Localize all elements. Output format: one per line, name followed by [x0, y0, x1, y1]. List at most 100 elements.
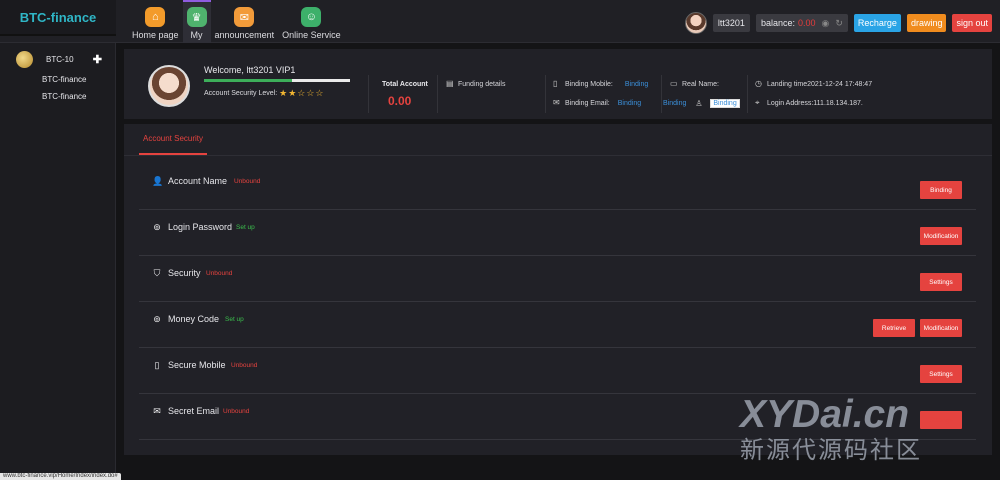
welcome-text: Welcome, ltt3201 VIP1	[204, 65, 296, 75]
username-badge[interactable]: ltt3201	[712, 14, 750, 32]
profile-card: Welcome, ltt3201 VIP1 Account Security L…	[124, 49, 992, 119]
security-level: Account Security Level: ★★☆☆☆	[204, 88, 325, 99]
landing-time: Landing time2021-12-24 17:48:47	[767, 80, 873, 88]
user-icon: 👤	[152, 176, 164, 186]
settings-button[interactable]: Settings	[920, 273, 962, 291]
avatar[interactable]	[684, 12, 707, 34]
top-bar: BTC-finance ⌂ Home page ♛ My ✉ announcem…	[0, 0, 1000, 43]
watermark-bottom: 新源代源码社区	[740, 437, 922, 464]
divider	[545, 75, 546, 113]
mail-icon: ✉	[234, 7, 255, 27]
divider	[368, 75, 369, 113]
security-row-security: ⛉ Security Unbound Settings	[139, 256, 976, 302]
binding-link-3[interactable]: Binding	[663, 100, 686, 107]
binding-email-label: Binding Email:	[565, 99, 610, 107]
total-account-label: Total Account	[382, 81, 428, 88]
binding-button[interactable]: Binding	[920, 181, 962, 199]
settings-button[interactable]: Settings	[920, 365, 962, 383]
watermark-top: XYDai.cn	[740, 393, 910, 436]
eye-icon[interactable]: ◉	[822, 18, 830, 29]
balance-label: balance:	[760, 18, 795, 28]
binding-row-3: Binding ♙ Binding	[663, 99, 740, 108]
row-label: Account Name	[168, 176, 228, 186]
row-label: Security	[168, 268, 201, 278]
status-bar-url: www.btc-finance.vip/Home/Index/index.do#	[0, 473, 121, 480]
mail-icon: ✉	[553, 98, 560, 107]
total-account-value: 0.00	[388, 94, 412, 108]
nav-online-service[interactable]: ☺ Online Service	[278, 0, 345, 43]
security-row-login-password: ⊚ Login Password Set up Modification	[139, 210, 976, 256]
sidebar-header[interactable]: BTC-10 ✚	[16, 50, 108, 68]
nav-home-label: Home page	[132, 30, 179, 40]
row-status: Unbound	[206, 270, 233, 277]
divider	[437, 75, 438, 113]
row-status: Unbound	[223, 408, 250, 415]
coin-icon	[16, 50, 33, 68]
nav-online-service-label: Online Service	[282, 30, 341, 40]
security-progress-fill	[204, 79, 292, 82]
sidebar: BTC-10 ✚ BTC-finance BTC-finance	[0, 43, 116, 480]
binding-email-link[interactable]: Binding	[618, 100, 641, 107]
nav-announcement-label: announcement	[214, 30, 275, 40]
row-label: Money Code	[168, 314, 220, 324]
funding-details-link[interactable]: ▤ Funding details	[446, 80, 505, 88]
sign-out-button[interactable]: sign out	[952, 14, 992, 32]
landing-time-row: ◷ Landing time2021-12-24 17:48:47	[755, 80, 872, 88]
lock-icon: ⊚	[153, 314, 161, 324]
lock-icon: ⊚	[153, 222, 161, 232]
balance-display: balance: 0.00 ◉ ↻	[755, 14, 848, 32]
row-label: Secure Mobile	[168, 360, 226, 370]
sidebar-item-btc-finance-2[interactable]: BTC-finance	[42, 92, 86, 101]
modification-button[interactable]: Modification	[920, 227, 962, 245]
row-status: Set up	[225, 316, 244, 323]
security-row-account-name: 👤 Account Name Unbound Binding	[139, 164, 976, 210]
home-icon: ⌂	[145, 7, 166, 27]
watermark: XYDai.cn 新源代源码社区	[740, 394, 955, 466]
login-address: Login Address:111.18.134.187.	[767, 99, 863, 107]
tab-account-security[interactable]: Account Security	[139, 124, 207, 155]
refresh-icon[interactable]: ↻	[835, 18, 843, 29]
row-status: Set up	[236, 224, 255, 231]
nav-announcement[interactable]: ✉ announcement	[211, 0, 279, 43]
brand-logo[interactable]: BTC-finance	[0, 0, 116, 36]
security-level-label: Account Security Level:	[204, 90, 278, 97]
mail-icon: ✉	[153, 406, 161, 416]
clock-icon: ◷	[755, 79, 762, 88]
sidebar-title: BTC-10	[46, 54, 74, 64]
binding-mobile-label: Binding Mobile:	[565, 80, 613, 88]
binding-mobile-row: ▯ Binding Mobile: Binding	[553, 80, 648, 88]
real-name-row: ▭ Real Name:	[670, 80, 719, 88]
qq-icon: ♙	[695, 98, 703, 108]
tab-underline	[124, 155, 992, 156]
id-card-icon: ▭	[670, 79, 678, 88]
profile-avatar	[148, 65, 190, 107]
login-address-row: ⌖ Login Address:111.18.134.187.	[755, 99, 863, 107]
drawing-button[interactable]: drawing	[906, 14, 947, 32]
security-row-secure-mobile: ▯ Secure Mobile Unbound Settings	[139, 348, 976, 394]
nav-my-label: My	[190, 30, 203, 40]
row-status: Unbound	[234, 178, 261, 185]
binding-link-4[interactable]: Binding	[710, 99, 740, 108]
shield-icon: ⛉	[153, 268, 161, 278]
recharge-button[interactable]: Recharge	[853, 14, 901, 32]
nav-my[interactable]: ♛ My	[182, 0, 211, 43]
document-icon: ▤	[446, 79, 454, 88]
binding-email-row: ✉ Binding Email: Binding	[553, 99, 641, 107]
user-area: ltt3201 balance: 0.00 ◉ ↻ Recharge drawi…	[684, 12, 992, 34]
main-nav: ⌂ Home page ♛ My ✉ announcement ☺ Online…	[128, 0, 345, 43]
security-stars: ★★☆☆☆	[279, 88, 325, 98]
security-progress-bar	[204, 79, 350, 82]
expand-plus-icon[interactable]: ✚	[93, 53, 102, 66]
binding-mobile-link[interactable]: Binding	[625, 81, 648, 88]
retrieve-button[interactable]: Retrieve	[873, 319, 915, 337]
support-icon: ☺	[301, 7, 322, 27]
row-label: Login Password	[168, 222, 233, 232]
phone-icon: ▯	[154, 360, 160, 370]
divider	[661, 75, 662, 113]
modification-button[interactable]: Modification	[920, 319, 962, 337]
security-row-money-code: ⊚ Money Code Set up Retrieve Modificatio…	[139, 302, 976, 348]
balance-value: 0.00	[797, 18, 816, 28]
sidebar-item-btc-finance-1[interactable]: BTC-finance	[42, 75, 86, 84]
location-icon: ⌖	[755, 98, 760, 107]
nav-home[interactable]: ⌂ Home page	[128, 0, 183, 43]
